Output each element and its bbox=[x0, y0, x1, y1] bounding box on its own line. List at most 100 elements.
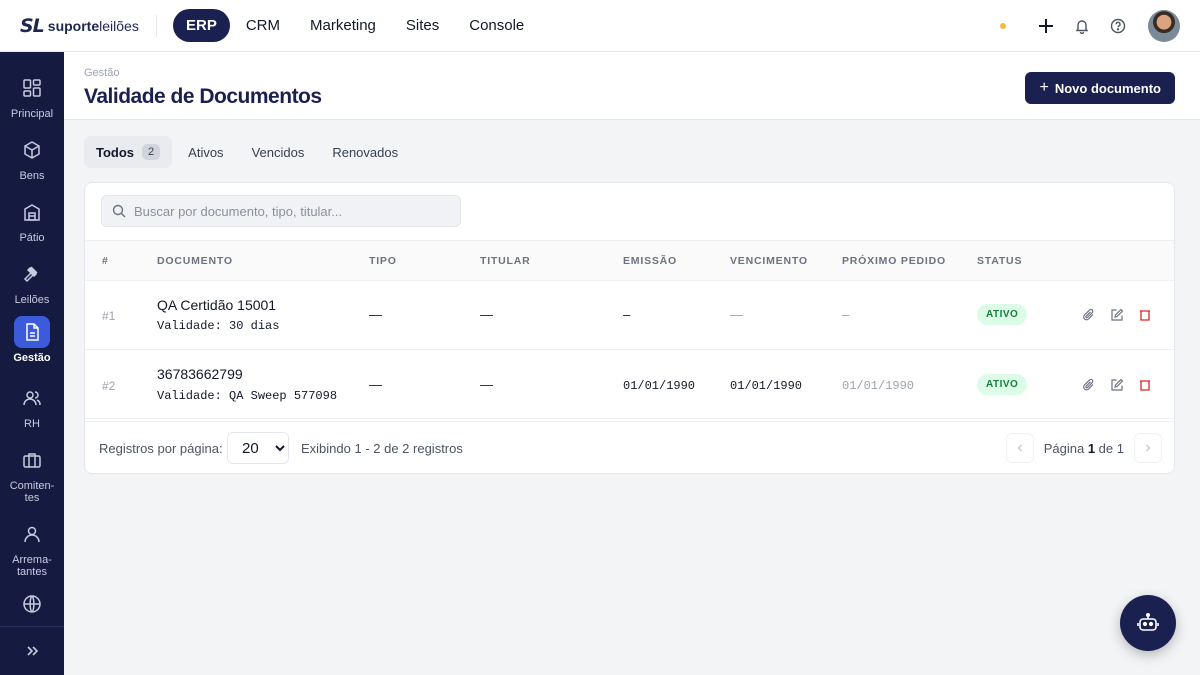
sidebar-item-gestao[interactable]: Gestão bbox=[0, 316, 64, 364]
top-bar: SL suporteleilões ERP CRM Marketing Site… bbox=[0, 0, 1200, 52]
tab-vencidos[interactable]: Vencidos bbox=[240, 137, 317, 168]
edit-icon bbox=[1111, 378, 1124, 391]
col-header-documento[interactable]: DOCUMENTO bbox=[157, 255, 233, 267]
gavel-icon bbox=[14, 258, 50, 290]
chevron-double-right-icon bbox=[27, 646, 39, 656]
topnav-crm[interactable]: CRM bbox=[232, 9, 294, 42]
col-header-vencimento[interactable]: VENCIMENTO bbox=[730, 255, 808, 267]
tab-todos[interactable]: Todos 2 bbox=[84, 136, 173, 168]
attach-button[interactable] bbox=[1081, 377, 1097, 393]
delete-button[interactable] bbox=[1137, 377, 1153, 393]
document-validity: Validade: QA Sweep 577098 bbox=[157, 389, 338, 403]
trash-icon bbox=[1140, 310, 1150, 321]
document-tipo: — bbox=[369, 307, 382, 322]
table-header: # DOCUMENTO TIPO TITULAR EMISSÃO VENCIME… bbox=[85, 240, 1174, 281]
row-number: #1 bbox=[102, 309, 116, 323]
topbar-actions bbox=[1000, 0, 1180, 52]
sidebar-item-label: Bens bbox=[19, 170, 45, 182]
sidebar-item-rh[interactable]: RH bbox=[0, 382, 64, 430]
chevron-right-icon bbox=[1146, 444, 1151, 452]
row-number: #2 bbox=[102, 379, 116, 393]
documents-card: # DOCUMENTO TIPO TITULAR EMISSÃO VENCIME… bbox=[84, 182, 1175, 474]
sidebar-item-label: Leilões bbox=[14, 294, 50, 306]
sidebar-item-bens[interactable]: Bens bbox=[0, 134, 64, 182]
col-header-status[interactable]: STATUS bbox=[977, 255, 1022, 267]
sidebar-item-principal[interactable]: Principal bbox=[0, 72, 64, 120]
per-page-select[interactable]: 20 bbox=[227, 432, 289, 464]
delete-button[interactable] bbox=[1137, 307, 1153, 323]
document-vencimento: 01/01/1990 bbox=[730, 379, 803, 393]
brand-name: suporteleilões bbox=[47, 17, 139, 34]
col-header-num: # bbox=[102, 255, 109, 267]
bell-icon[interactable] bbox=[1072, 16, 1092, 36]
document-emissao: 01/01/1990 bbox=[623, 379, 696, 393]
tab-ativos[interactable]: Ativos bbox=[176, 137, 235, 168]
avatar[interactable] bbox=[1148, 10, 1180, 42]
topnav-erp[interactable]: ERP bbox=[173, 9, 230, 42]
sidebar-item-patio[interactable]: Pátio bbox=[0, 196, 64, 244]
sidebar-item-sites[interactable] bbox=[0, 588, 64, 620]
document-proximo-pedido: 01/01/1990 bbox=[842, 379, 915, 393]
document-title[interactable]: QA Certidão 15001 bbox=[157, 297, 276, 313]
topnav-console[interactable]: Console bbox=[455, 9, 538, 42]
document-validity: Validade: 30 dias bbox=[157, 319, 280, 333]
status-badge: ATIVO bbox=[977, 374, 1028, 395]
sidebar-item-label: Gestão bbox=[13, 352, 51, 364]
search-icon bbox=[112, 204, 126, 218]
count-badge: 2 bbox=[142, 144, 161, 160]
search-box[interactable] bbox=[101, 195, 461, 227]
new-document-button[interactable]: + Novo documento bbox=[1025, 72, 1175, 104]
next-page-button[interactable] bbox=[1134, 433, 1162, 463]
col-header-emissao[interactable]: EMISSÃO bbox=[623, 255, 677, 267]
col-header-tipo[interactable]: TIPO bbox=[369, 255, 397, 267]
plus-icon: + bbox=[1039, 79, 1049, 96]
tab-label: Todos bbox=[96, 144, 135, 160]
chevron-left-icon bbox=[1017, 444, 1022, 452]
page-indicator: Página 1 de 1 bbox=[1043, 440, 1124, 456]
user-icon bbox=[14, 518, 50, 550]
briefcase-icon bbox=[14, 444, 50, 476]
search-input[interactable] bbox=[134, 203, 434, 219]
sidebar-item-label: Principal bbox=[10, 108, 54, 120]
per-page-label: Registros por página: bbox=[99, 441, 223, 456]
sidebar-item-label: RH bbox=[24, 418, 40, 430]
edit-icon bbox=[1111, 308, 1124, 321]
topnav-sites[interactable]: Sites bbox=[392, 9, 453, 42]
tab-renovados[interactable]: Renovados bbox=[320, 137, 410, 168]
document-vencimento: — bbox=[730, 307, 743, 322]
records-info: Exibindo 1 - 2 de 2 registros bbox=[301, 441, 463, 456]
help-icon[interactable] bbox=[1108, 16, 1128, 36]
col-header-proximo-pedido[interactable]: PRÓXIMO PEDIDO bbox=[842, 255, 946, 267]
table-row[interactable]: #1 QA Certidão 15001 Validade: 30 dias —… bbox=[85, 281, 1174, 350]
sidebar-item-leiloes[interactable]: Leilões bbox=[0, 258, 64, 306]
brand-logo[interactable]: SL suporteleilões bbox=[0, 0, 156, 52]
paperclip-icon bbox=[1083, 308, 1094, 321]
document-title[interactable]: 36783662799 bbox=[157, 366, 243, 382]
document-proximo-pedido: – bbox=[842, 307, 850, 322]
paperclip-icon bbox=[1083, 378, 1094, 391]
brand-mark: SL bbox=[20, 14, 45, 37]
globe-icon bbox=[14, 588, 50, 620]
prev-page-button[interactable] bbox=[1005, 433, 1034, 463]
status-dot bbox=[1000, 23, 1006, 29]
sidebar-item-arrematantes[interactable]: Arrema- tantes bbox=[0, 518, 64, 578]
sidebar-item-comitentes[interactable]: Comiten- tes bbox=[0, 444, 64, 504]
top-nav: ERP CRM Marketing Sites Console bbox=[173, 9, 538, 42]
plus-icon[interactable] bbox=[1036, 16, 1056, 36]
pagination: Página 1 de 1 bbox=[1005, 432, 1162, 464]
page-header: Gestão Validade de Documentos + Novo doc… bbox=[64, 52, 1200, 120]
filter-tabs: Todos 2 Ativos Vencidos Renovados bbox=[84, 136, 410, 168]
table-row[interactable]: #2 36783662799 Validade: QA Sweep 577098… bbox=[85, 350, 1174, 419]
document-tipo: — bbox=[369, 377, 382, 392]
sidebar: Principal Bens Pátio Leilões Gestão RH C… bbox=[0, 52, 64, 675]
edit-button[interactable] bbox=[1109, 307, 1125, 323]
attach-button[interactable] bbox=[1081, 307, 1097, 323]
assistant-button[interactable] bbox=[1120, 595, 1176, 651]
table-footer: Registros por página: 20 Exibindo 1 - 2 … bbox=[85, 421, 1174, 473]
topnav-marketing[interactable]: Marketing bbox=[296, 9, 390, 42]
edit-button[interactable] bbox=[1109, 377, 1125, 393]
breadcrumb[interactable]: Gestão bbox=[84, 67, 119, 79]
sidebar-expand-button[interactable] bbox=[0, 626, 64, 675]
logo-divider bbox=[156, 14, 157, 37]
col-header-titular[interactable]: TITULAR bbox=[480, 255, 531, 267]
